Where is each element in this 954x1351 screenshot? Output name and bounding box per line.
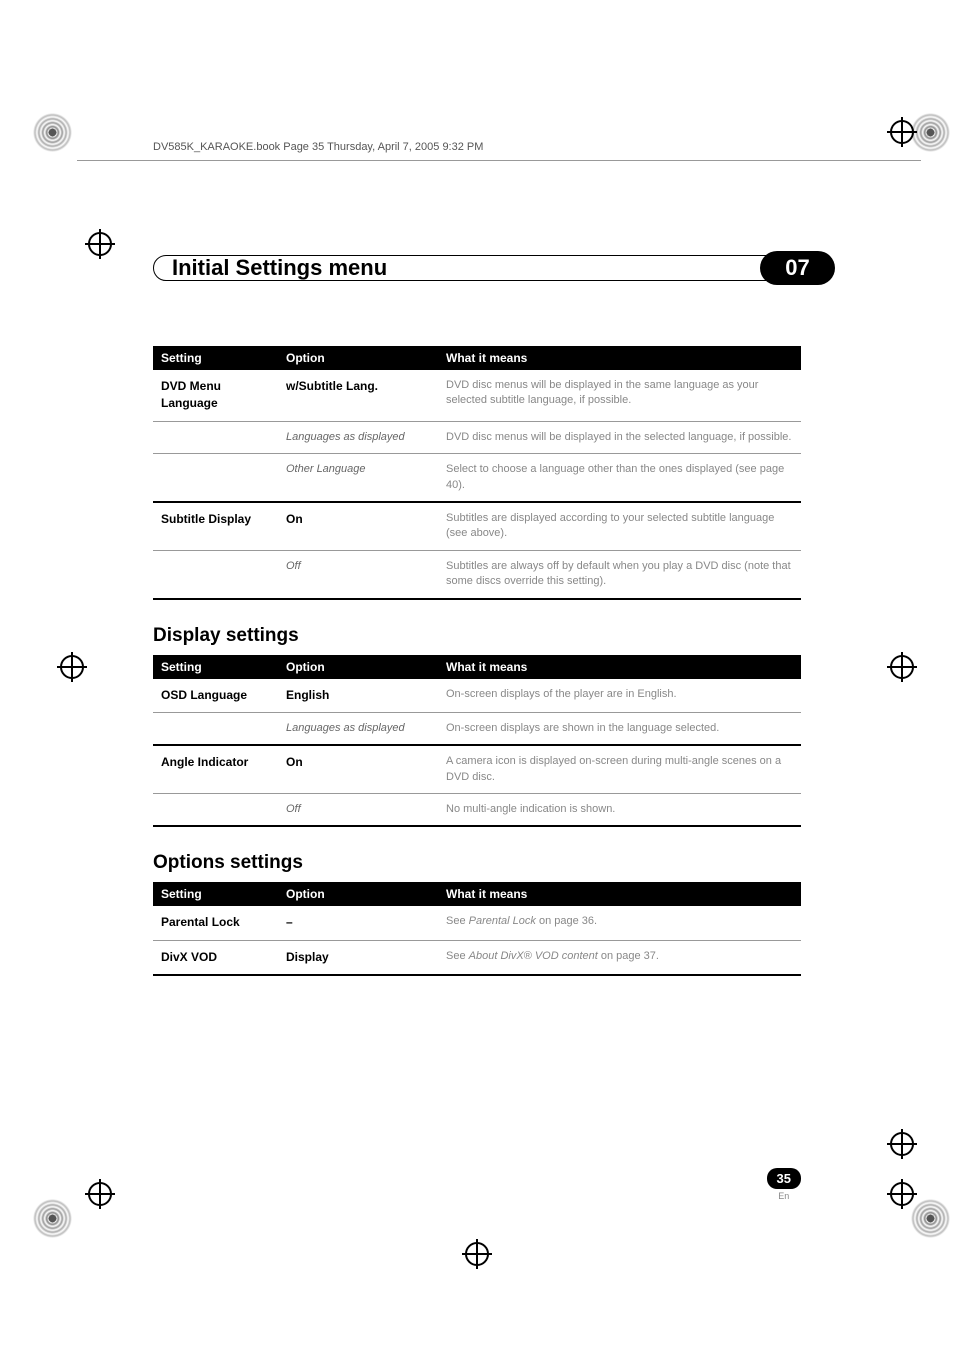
table-row: DVD Menu Languagew/Subtitle Lang.DVD dis…	[153, 370, 801, 421]
option-cell: On	[278, 745, 438, 793]
crosshair-mark	[890, 120, 914, 144]
setting-cell	[153, 454, 278, 502]
description-cell: No multi-angle indication is shown.	[438, 794, 801, 827]
setting-cell: OSD Language	[153, 679, 278, 713]
option-cell: Languages as displayed	[278, 712, 438, 745]
table-header-meaning: What it means	[438, 882, 801, 906]
crosshair-mark	[88, 1182, 112, 1206]
crosshair-mark	[890, 1182, 914, 1206]
crosshair-mark	[890, 1132, 914, 1156]
setting-cell	[153, 794, 278, 827]
description-cell: Select to choose a language other than t…	[438, 454, 801, 502]
chapter-bar: Initial Settings menu 07	[153, 255, 831, 281]
table-header-setting: Setting	[153, 655, 278, 679]
options-settings-heading: Options settings	[153, 852, 801, 874]
setting-cell: Subtitle Display	[153, 502, 278, 550]
crosshair-mark	[890, 655, 914, 679]
table-row: OSD LanguageEnglishOn-screen displays of…	[153, 679, 801, 713]
description-cell: Subtitles are always off by default when…	[438, 550, 801, 598]
table-header-meaning: What it means	[438, 655, 801, 679]
crosshair-mark	[88, 232, 112, 256]
options-settings-table: Setting Option What it means Parental Lo…	[153, 882, 801, 976]
table-header-setting: Setting	[153, 346, 278, 370]
option-cell: Languages as displayed	[278, 421, 438, 453]
table-header-meaning: What it means	[438, 346, 801, 370]
table-row: Subtitle DisplayOnSubtitles are displaye…	[153, 502, 801, 550]
book-header-line	[77, 160, 921, 161]
display-settings-table: Setting Option What it means OSD Languag…	[153, 655, 801, 828]
table-header-option: Option	[278, 655, 438, 679]
table-header-setting: Setting	[153, 882, 278, 906]
table-row: OffSubtitles are always off by default w…	[153, 550, 801, 598]
table-row: Angle IndicatorOnA camera icon is displa…	[153, 745, 801, 793]
setting-cell: DVD Menu Language	[153, 370, 278, 421]
page-language: En	[767, 1191, 801, 1201]
book-header-text: DV585K_KARAOKE.book Page 35 Thursday, Ap…	[153, 141, 483, 153]
print-registration-mark	[25, 105, 80, 160]
option-cell: On	[278, 502, 438, 550]
description-cell: Subtitles are displayed according to you…	[438, 502, 801, 550]
crosshair-mark	[465, 1242, 489, 1266]
table-header-option: Option	[278, 346, 438, 370]
table-header-option: Option	[278, 882, 438, 906]
table-row: Other LanguageSelect to choose a languag…	[153, 454, 801, 502]
table-row: OffNo multi-angle indication is shown.	[153, 794, 801, 827]
option-cell: Off	[278, 794, 438, 827]
description-cell: DVD disc menus will be displayed in the …	[438, 421, 801, 453]
option-cell: w/Subtitle Lang.	[278, 370, 438, 421]
table-row: DivX VODDisplaySee About DivX® VOD conte…	[153, 940, 801, 975]
setting-cell	[153, 550, 278, 598]
option-cell: English	[278, 679, 438, 713]
table-row: Languages as displayedOn-screen displays…	[153, 712, 801, 745]
print-registration-mark	[25, 1191, 80, 1246]
setting-cell: Parental Lock	[153, 906, 278, 940]
page-number: 35	[767, 1168, 801, 1189]
description-cell: A camera icon is displayed on-screen dur…	[438, 745, 801, 793]
chapter-header: Initial Settings menu 07	[153, 255, 801, 281]
table-row: Languages as displayedDVD disc menus wil…	[153, 421, 801, 453]
chapter-number-badge: 07	[760, 251, 835, 285]
setting-cell	[153, 421, 278, 453]
option-cell: Other Language	[278, 454, 438, 502]
display-settings-heading: Display settings	[153, 625, 801, 647]
description-cell: On-screen displays are shown in the lang…	[438, 712, 801, 745]
setting-cell: DivX VOD	[153, 940, 278, 975]
option-cell: Off	[278, 550, 438, 598]
option-cell: –	[278, 906, 438, 940]
table-row: Parental Lock–See Parental Lock on page …	[153, 906, 801, 940]
setting-cell	[153, 712, 278, 745]
page-number-badge: 35 En	[767, 1168, 801, 1201]
chapter-title: Initial Settings menu	[154, 255, 387, 281]
page-content: Initial Settings menu 07 Setting Option …	[153, 255, 801, 976]
description-cell: On-screen displays of the player are in …	[438, 679, 801, 713]
crosshair-mark	[60, 655, 84, 679]
description-cell: DVD disc menus will be displayed in the …	[438, 370, 801, 421]
description-cell: See About DivX® VOD content on page 37.	[438, 940, 801, 975]
language-settings-table: Setting Option What it means DVD Menu La…	[153, 346, 801, 600]
setting-cell: Angle Indicator	[153, 745, 278, 793]
option-cell: Display	[278, 940, 438, 975]
description-cell: See Parental Lock on page 36.	[438, 906, 801, 940]
